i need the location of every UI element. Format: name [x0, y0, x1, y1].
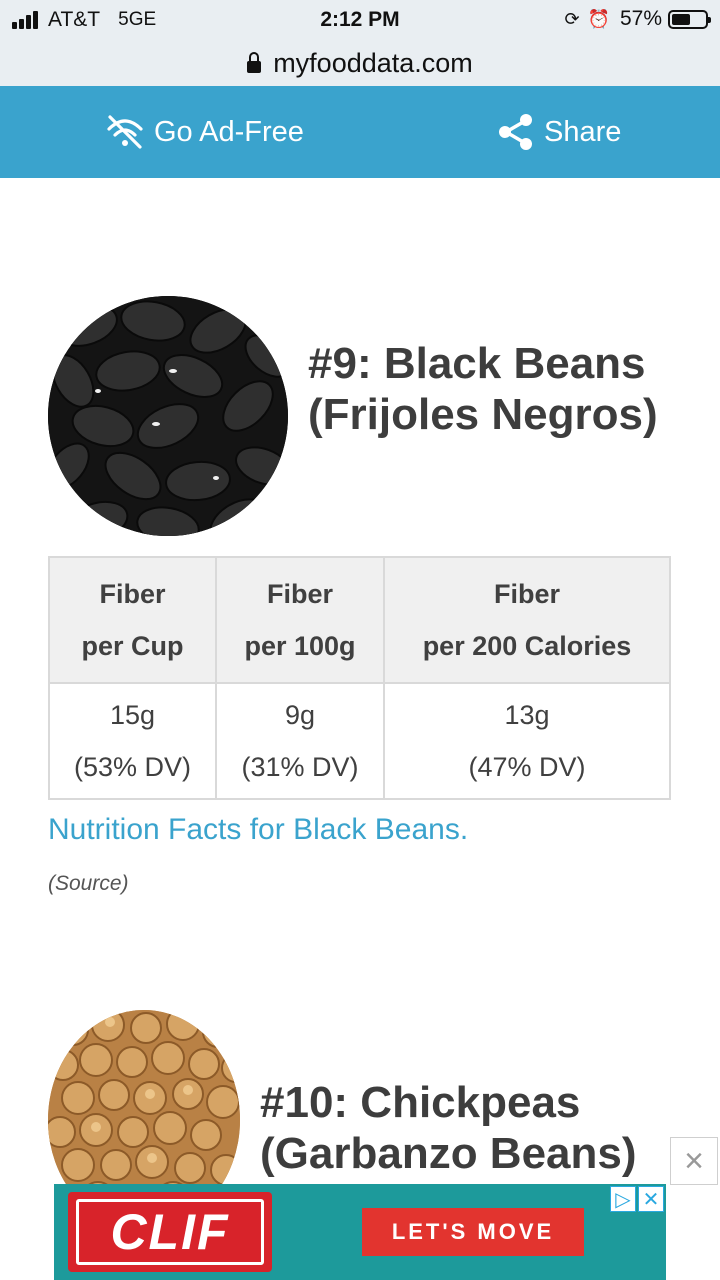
- clif-brand-text: CLIF: [76, 1199, 264, 1265]
- value-fiber-per-100g: 9g (31% DV): [215, 682, 385, 800]
- source-note: (Source): [48, 872, 129, 895]
- item-10-title: #10: Chickpeas (Garbanzo Beans): [260, 1078, 637, 1178]
- status-right: ⟳ ⏰ 57%: [556, 7, 711, 31]
- ad-banner[interactable]: CLIF LET'S MOVE ▷ ✕: [54, 1184, 666, 1280]
- value-amount: 15g: [109, 700, 156, 730]
- black-beans-image: [48, 296, 288, 536]
- value-dv: (31% DV): [241, 752, 359, 782]
- share-button[interactable]: Share: [496, 86, 621, 178]
- share-icon: [499, 114, 532, 150]
- url-bar[interactable]: myfooddata.com: [0, 40, 720, 86]
- value-dv: (47% DV): [468, 752, 586, 782]
- no-ads-icon: [107, 115, 143, 149]
- site-action-bar: Go Ad-Free Share: [0, 86, 720, 178]
- table-header-row: Fiber per Cup Fiber per 100g Fiber per 2…: [48, 556, 671, 684]
- value-fiber-per-cup: 15g (53% DV): [48, 682, 217, 800]
- share-label: Share: [544, 115, 622, 148]
- go-ad-free-label: Go Ad-Free: [154, 115, 304, 148]
- header-fiber-per-100g: Fiber per 100g: [215, 556, 385, 684]
- adchoices[interactable]: ▷ ✕: [608, 1186, 664, 1212]
- orientation-lock-icon: ⟳: [564, 8, 580, 29]
- url-text: myfooddata.com: [273, 47, 473, 78]
- ad-close-button[interactable]: ×: [670, 1137, 718, 1185]
- header-line: Fiber: [99, 579, 166, 609]
- header-line: per 200 Calories: [422, 631, 632, 661]
- header-fiber-per-200-calories: Fiber per 200 Calories: [383, 556, 671, 684]
- nutrition-facts-link[interactable]: Nutrition Facts for Black Beans.: [48, 813, 468, 847]
- clif-logo: CLIF: [68, 1192, 272, 1272]
- black-beans-photo: [48, 296, 288, 536]
- fiber-table: Fiber per Cup Fiber per 100g Fiber per 2…: [48, 556, 671, 800]
- header-line: Fiber: [493, 579, 560, 609]
- value-fiber-per-200-calories: 13g (47% DV): [383, 682, 671, 800]
- value-dv: (53% DV): [73, 752, 192, 782]
- battery-icon: [668, 9, 711, 29]
- header-line: Fiber: [266, 579, 333, 609]
- adchoices-close-icon[interactable]: ✕: [638, 1186, 664, 1212]
- adchoices-icon[interactable]: ▷: [610, 1186, 636, 1212]
- item-9-title: #9: Black Beans (Frijoles Negros): [308, 339, 658, 439]
- ad-cta-button[interactable]: LET'S MOVE: [362, 1208, 584, 1256]
- value-amount: 13g: [504, 700, 550, 730]
- header-line: per Cup: [81, 631, 184, 661]
- battery-percent: 57%: [619, 7, 662, 30]
- battery-fill: [672, 13, 690, 25]
- header-line: per 100g: [244, 631, 356, 661]
- status-bar: AT&T 5GE 2:12 PM ⟳ ⏰ 57%: [0, 0, 720, 40]
- table-row: 15g (53% DV) 9g (31% DV) 13g (47% DV): [48, 682, 671, 800]
- alarm-icon: ⏰: [587, 8, 610, 29]
- value-amount: 9g: [284, 700, 316, 730]
- lock-icon: [247, 52, 262, 73]
- header-fiber-per-cup: Fiber per Cup: [48, 556, 217, 684]
- go-ad-free-button[interactable]: Go Ad-Free: [104, 86, 304, 178]
